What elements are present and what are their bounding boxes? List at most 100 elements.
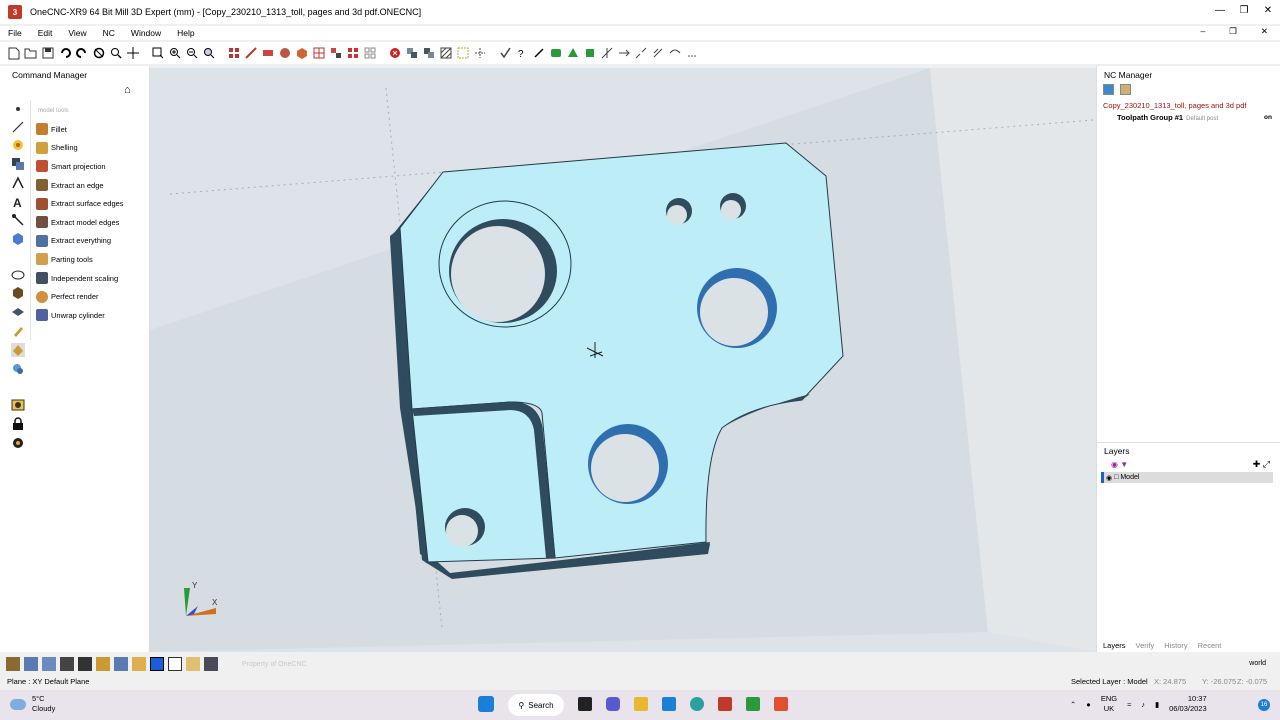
- box-icon[interactable]: [11, 286, 25, 300]
- tab-recent[interactable]: Recent: [1198, 641, 1222, 650]
- home-icon[interactable]: ⌂: [124, 84, 131, 96]
- cmd-extract-everything[interactable]: Extract everything: [36, 232, 148, 251]
- more-icon[interactable]: [684, 46, 699, 61]
- cmd-shelling[interactable]: Shelling: [36, 139, 148, 158]
- browser-icon[interactable]: [690, 697, 704, 711]
- break-icon[interactable]: [633, 46, 648, 61]
- lock-icon[interactable]: [11, 417, 25, 431]
- doc-close-button[interactable]: ✕: [1253, 26, 1276, 37]
- next-view-icon[interactable]: [132, 657, 146, 671]
- hidden-line-icon[interactable]: [186, 657, 200, 671]
- previous-view-icon[interactable]: [114, 657, 128, 671]
- camera-icon[interactable]: [11, 398, 25, 412]
- dimension-icon[interactable]: [455, 46, 470, 61]
- menu-window[interactable]: Window: [123, 28, 169, 38]
- trim-icon[interactable]: [599, 46, 614, 61]
- new-file-icon[interactable]: [6, 46, 21, 61]
- chevron-up-icon[interactable]: ⌃: [1070, 700, 1076, 709]
- render-icon[interactable]: [294, 46, 309, 61]
- language-indicator[interactable]: ENG UK: [1101, 694, 1117, 714]
- cmd-extract-model-edges[interactable]: Extract model edges: [36, 213, 148, 232]
- menu-view[interactable]: View: [60, 28, 94, 38]
- redo-icon[interactable]: [74, 46, 89, 61]
- green-app-icon[interactable]: [746, 697, 760, 711]
- coordinate-system[interactable]: world: [1249, 660, 1266, 667]
- menu-file[interactable]: File: [0, 28, 30, 38]
- grid-icon[interactable]: [311, 46, 326, 61]
- pan-icon[interactable]: [125, 46, 140, 61]
- tab-verify[interactable]: Verify: [1136, 641, 1155, 650]
- point-icon[interactable]: [11, 102, 25, 116]
- cmd-fillet[interactable]: Fillet: [36, 120, 148, 139]
- section-view-icon[interactable]: [96, 657, 110, 671]
- doc-restore-button[interactable]: ❐: [1221, 26, 1245, 37]
- cmd-extract-an-edge[interactable]: Extract an edge: [36, 176, 148, 195]
- layer-visibility-icon[interactable]: ◉ ▼: [1111, 460, 1128, 469]
- rotate-view-icon[interactable]: [91, 46, 106, 61]
- zoom-in-icon[interactable]: [167, 46, 182, 61]
- minimize-button[interactable]: —: [1208, 0, 1232, 20]
- hatch-icon[interactable]: [438, 46, 453, 61]
- nc-file-name[interactable]: Copy_230210_1313_toll, pages and 3d pdf: [1103, 101, 1246, 110]
- menu-nc[interactable]: NC: [95, 28, 123, 38]
- green-tool-3-icon[interactable]: [582, 46, 597, 61]
- microphone-icon[interactable]: ●: [1086, 700, 1091, 709]
- close-button[interactable]: ✕: [1256, 0, 1280, 20]
- measure-icon[interactable]: [531, 46, 546, 61]
- teams-chat-icon[interactable]: [606, 697, 620, 711]
- zoom-icon[interactable]: [108, 46, 123, 61]
- zoom-all-icon[interactable]: [201, 46, 216, 61]
- search-box[interactable]: ⚲ Search: [508, 694, 564, 716]
- model-view[interactable]: Y X: [150, 68, 1119, 652]
- erase-icon[interactable]: [243, 46, 258, 61]
- right-view-icon[interactable]: [60, 657, 74, 671]
- query-icon[interactable]: ?: [514, 46, 529, 61]
- shade-icon[interactable]: [277, 46, 292, 61]
- layer-lock-icon[interactable]: □: [1114, 474, 1118, 481]
- text-icon[interactable]: A: [11, 195, 25, 209]
- start-icon[interactable]: [478, 696, 494, 712]
- green-tool-2-icon[interactable]: [565, 46, 580, 61]
- iso-view-icon[interactable]: [6, 657, 20, 671]
- wireframe-icon[interactable]: [150, 657, 164, 671]
- green-tool-1-icon[interactable]: [548, 46, 563, 61]
- graphics-viewport[interactable]: Y X: [150, 68, 1119, 652]
- check-icon[interactable]: [497, 46, 512, 61]
- toolpath-on-toggle[interactable]: on: [1264, 114, 1272, 121]
- layer-view-icon[interactable]: [260, 46, 275, 61]
- copy-icon[interactable]: [404, 46, 419, 61]
- model-tools-icon[interactable]: [11, 343, 25, 357]
- gear-icon[interactable]: [11, 436, 25, 450]
- cmd-perfect-render[interactable]: Perfect render: [36, 287, 148, 306]
- edit-tools-icon[interactable]: [11, 176, 25, 190]
- cmd-smart-projection[interactable]: Smart projection: [36, 157, 148, 176]
- side-view-icon[interactable]: [78, 657, 92, 671]
- top-view-icon[interactable]: [24, 657, 38, 671]
- task-view-icon[interactable]: [578, 697, 592, 711]
- group-icon[interactable]: [328, 46, 343, 61]
- volume-icon[interactable]: ♪: [1141, 700, 1145, 709]
- cmd-extract-surface-edges[interactable]: Extract surface edges: [36, 194, 148, 213]
- paint-icon[interactable]: [11, 324, 25, 338]
- extend-icon[interactable]: [616, 46, 631, 61]
- render-view-icon[interactable]: [204, 657, 218, 671]
- maximize-button[interactable]: ❐: [1232, 0, 1256, 20]
- render-tool-icon[interactable]: [11, 362, 25, 376]
- nc-select-icon[interactable]: [1103, 84, 1114, 95]
- surface-icon[interactable]: [11, 157, 25, 171]
- tab-layers[interactable]: Layers: [1103, 641, 1126, 650]
- add-layer-icon[interactable]: ✚ ⤢: [1253, 459, 1270, 470]
- toolpath-group[interactable]: Toolpath Group #1 Default post: [1117, 113, 1218, 122]
- layer-row-model[interactable]: ◉ □ Model: [1101, 472, 1273, 483]
- weather-widget[interactable]: 5°C Cloudy: [10, 694, 55, 714]
- undo-icon[interactable]: [57, 46, 72, 61]
- move-icon[interactable]: [421, 46, 436, 61]
- notification-badge[interactable]: 16: [1258, 699, 1270, 711]
- tab-history[interactable]: History: [1164, 641, 1187, 650]
- onecnc-app-icon[interactable]: [718, 697, 732, 711]
- doc-minimize-button[interactable]: –: [1193, 26, 1214, 37]
- snap-icon[interactable]: [472, 46, 487, 61]
- blank-grid-icon[interactable]: [362, 46, 377, 61]
- wifi-icon[interactable]: ≈: [1127, 700, 1131, 709]
- line-icon[interactable]: [11, 120, 25, 134]
